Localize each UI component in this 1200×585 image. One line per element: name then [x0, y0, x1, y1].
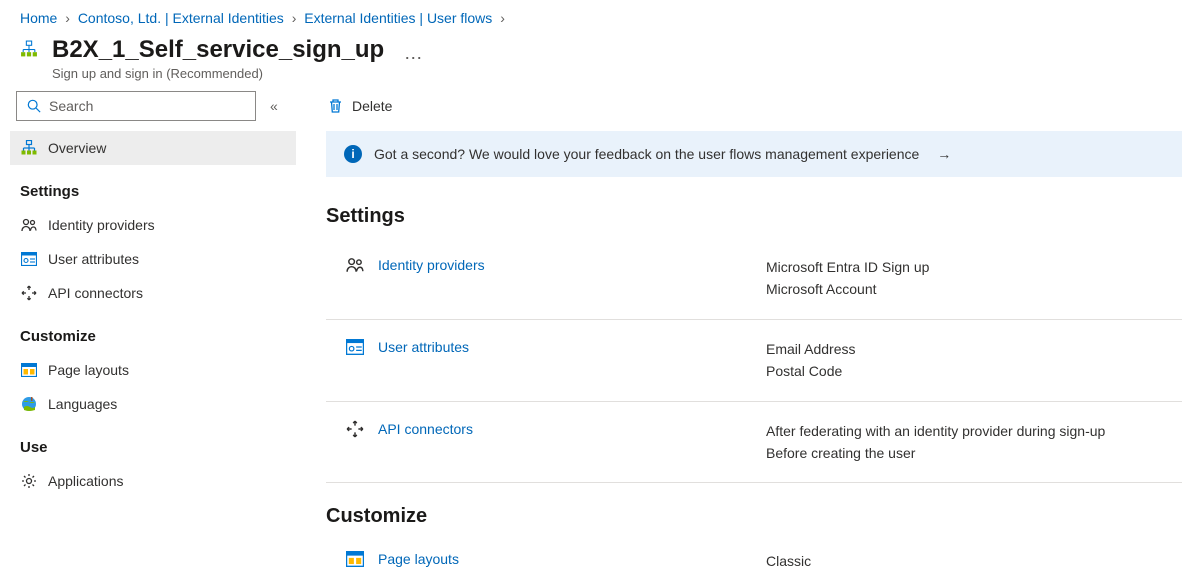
page-title: B2X_1_Self_service_sign_up [52, 36, 384, 64]
banner-text: Got a second? We would love your feedbac… [374, 146, 919, 162]
chevron-right-icon: › [500, 10, 505, 26]
crumb-home[interactable]: Home [20, 10, 57, 26]
section-heading-settings: Settings [326, 205, 1182, 228]
sidebar-item-label: Page layouts [48, 362, 129, 378]
search-icon [25, 97, 43, 115]
users-icon [346, 256, 364, 274]
row-api-connectors: API connectors After federating with an … [326, 402, 1182, 484]
layout-icon [346, 550, 364, 568]
sidebar-group-customize: Customize [20, 328, 302, 345]
value-text: Email Address [766, 338, 1182, 360]
row-user-attributes: User attributes Email Address Postal Cod… [326, 320, 1182, 402]
page-header: B2X_1_Self_service_sign_up Sign up and s… [0, 32, 1200, 91]
sidebar-item-languages[interactable]: Languages [10, 387, 296, 421]
connectors-icon [346, 420, 364, 438]
sidebar-item-label: API connectors [48, 285, 143, 301]
sidebar-item-overview[interactable]: Overview [10, 131, 296, 165]
info-icon: i [344, 145, 362, 163]
sidebar-item-label: Identity providers [48, 217, 155, 233]
link-user-attributes[interactable]: User attributes [378, 339, 469, 355]
breadcrumb: Home › Contoso, Ltd. | External Identiti… [0, 0, 1200, 32]
user-flow-icon [20, 40, 38, 58]
overview-icon [20, 139, 38, 157]
sidebar-group-settings: Settings [20, 183, 302, 200]
sidebar-group-use: Use [20, 439, 302, 456]
page-subtitle: Sign up and sign in (Recommended) [52, 66, 384, 81]
chevron-right-icon: › [65, 10, 70, 26]
delete-button[interactable]: Delete [326, 97, 392, 115]
value-text: Classic [766, 550, 1182, 572]
more-actions-button[interactable]: ⋯ [404, 48, 422, 69]
value-text: Microsoft Entra ID Sign up [766, 256, 1182, 278]
layout-icon [20, 361, 38, 379]
sidebar: « Overview Settings [0, 91, 302, 585]
value-text: Before creating the user [766, 442, 1182, 464]
value-text: Microsoft Account [766, 278, 1182, 300]
sidebar-item-label: Overview [48, 140, 106, 156]
sidebar-item-identity-providers[interactable]: Identity providers [10, 208, 296, 242]
crumb-org[interactable]: Contoso, Ltd. | External Identities [78, 10, 284, 26]
row-identity-providers: Identity providers Microsoft Entra ID Si… [326, 238, 1182, 320]
main-content: Delete i Got a second? We would love you… [302, 91, 1200, 585]
sidebar-item-label: Applications [48, 473, 124, 489]
sidebar-item-api-connectors[interactable]: API connectors [10, 276, 296, 310]
sidebar-search[interactable] [16, 91, 256, 121]
sidebar-item-label: User attributes [48, 251, 139, 267]
value-text: After federating with an identity provid… [766, 420, 1182, 442]
sidebar-item-page-layouts[interactable]: Page layouts [10, 353, 296, 387]
globe-icon [20, 395, 38, 413]
section-heading-customize: Customize [326, 505, 1182, 528]
id-card-icon [20, 250, 38, 268]
sidebar-item-applications[interactable]: Applications [10, 464, 296, 498]
collapse-sidebar-button[interactable]: « [270, 98, 278, 114]
feedback-banner[interactable]: i Got a second? We would love your feedb… [326, 131, 1182, 177]
link-api-connectors[interactable]: API connectors [378, 421, 473, 437]
toolbar-label: Delete [352, 98, 392, 114]
users-icon [20, 216, 38, 234]
link-identity-providers[interactable]: Identity providers [378, 257, 485, 273]
id-card-icon [346, 338, 364, 356]
gear-icon [20, 472, 38, 490]
sidebar-item-label: Languages [48, 396, 117, 412]
arrow-right-icon: → [937, 146, 951, 162]
trash-icon [326, 97, 344, 115]
chevron-right-icon: › [292, 10, 297, 26]
sidebar-item-user-attributes[interactable]: User attributes [10, 242, 296, 276]
toolbar: Delete [326, 91, 1182, 131]
crumb-flows[interactable]: External Identities | User flows [304, 10, 492, 26]
connectors-icon [20, 284, 38, 302]
link-page-layouts[interactable]: Page layouts [378, 551, 459, 567]
row-page-layouts: Page layouts Classic [326, 538, 1182, 584]
search-input[interactable] [49, 98, 247, 114]
value-text: Postal Code [766, 360, 1182, 382]
